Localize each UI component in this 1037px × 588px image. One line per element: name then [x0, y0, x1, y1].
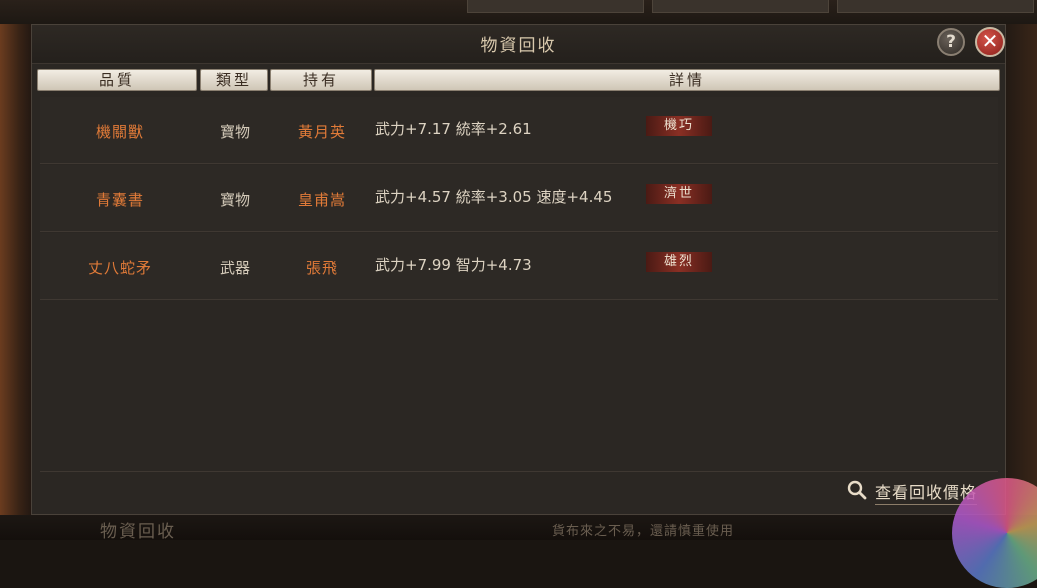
background-hint: 貨布來之不易，還請慎重使用: [552, 524, 735, 539]
item-type: 武器: [219, 259, 250, 277]
footer-divider: [40, 471, 998, 472]
background-top-bar: [0, 0, 1037, 24]
item-type: 寶物: [219, 191, 250, 209]
item-name: 丈八蛇矛: [87, 259, 152, 277]
item-trait-tag[interactable]: 機巧: [646, 116, 712, 136]
item-trait-tag[interactable]: 濟世: [646, 184, 712, 204]
item-owner: 張飛: [305, 259, 338, 277]
item-row[interactable]: 機關獸 寶物 黃月英 武力+7.17 統率+2.61 機巧: [40, 97, 998, 164]
item-trait-tag[interactable]: 雄烈: [646, 252, 712, 272]
item-stats: 武力+7.17 統率+2.61: [375, 120, 532, 138]
column-header-type: 類型: [200, 69, 268, 91]
item-name: 機關獸: [95, 123, 144, 141]
recycle-dialog: 物資回收 ? ✕ 品質 類型 持有 詳情 機關獸 寶物 黃月英 武力+7.17 …: [31, 24, 1006, 515]
top-resource-slot: [652, 0, 829, 13]
top-resource-slot: [837, 0, 1034, 13]
background-artwork-right: [1006, 24, 1037, 540]
item-stats: 武力+7.99 智力+4.73: [375, 256, 532, 274]
dialog-title-bar: 物資回收 ? ✕: [32, 25, 1005, 64]
background-bottom-strip: 物資回收 貨布來之不易，還請慎重使用: [0, 515, 1037, 542]
magnifier-icon: [847, 480, 867, 500]
item-owner: 黃月英: [297, 123, 346, 141]
close-button[interactable]: ✕: [975, 27, 1005, 57]
dialog-title: 物資回收: [480, 36, 557, 56]
top-resource-slot: [467, 0, 644, 13]
column-header-owner: 持有: [270, 69, 372, 91]
item-row[interactable]: 青囊書 寶物 皇甫嵩 武力+4.57 統率+3.05 速度+4.45 濟世: [40, 165, 998, 232]
item-stats: 武力+4.57 統率+3.05 速度+4.45: [375, 188, 613, 206]
item-name: 青囊書: [95, 191, 144, 209]
help-button[interactable]: ?: [937, 28, 965, 56]
item-row[interactable]: 丈八蛇矛 武器 張飛 武力+7.99 智力+4.73 雄烈: [40, 233, 998, 300]
item-type: 寶物: [219, 123, 250, 141]
item-owner: 皇甫嵩: [297, 191, 346, 209]
background-title: 物資回收: [100, 522, 176, 542]
background-artwork-left: [0, 24, 31, 540]
column-header-details: 詳情: [374, 69, 1000, 91]
column-header-quality: 品質: [37, 69, 197, 91]
